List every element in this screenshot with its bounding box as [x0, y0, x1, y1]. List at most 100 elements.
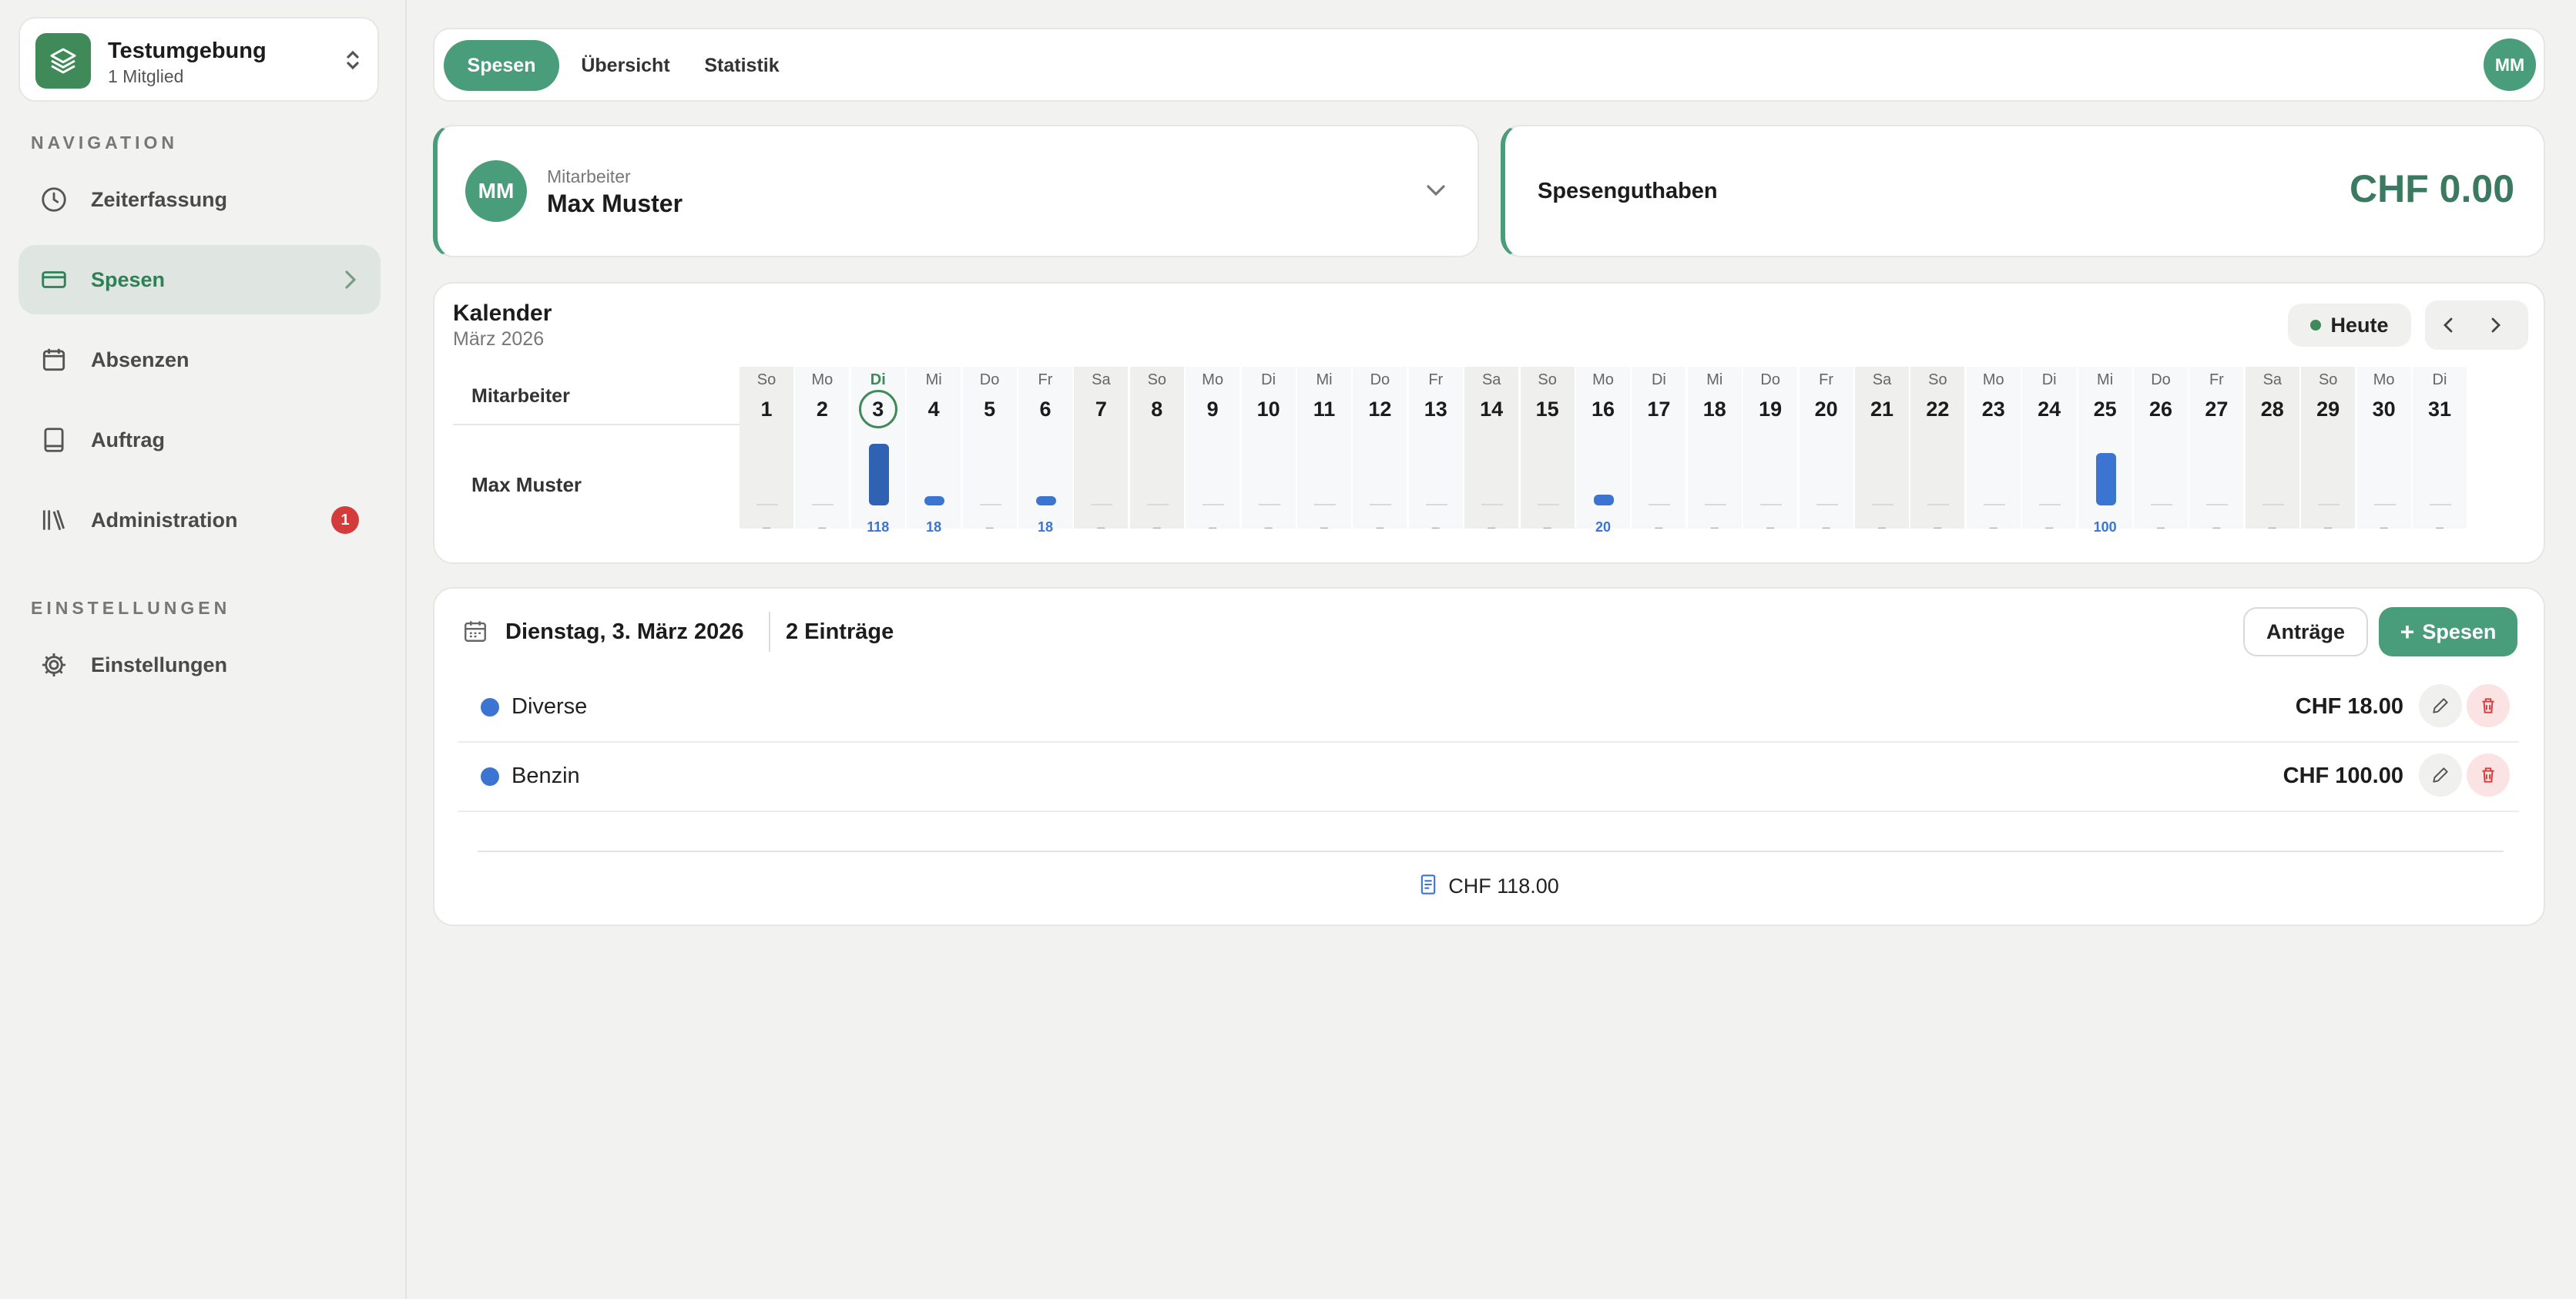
- calendar-day-column[interactable]: Di 3 118: [850, 367, 905, 535]
- calendar-day-number: 20: [1814, 398, 1838, 421]
- calendar-day-value: –: [1822, 519, 1830, 535]
- chevron-left-icon[interactable]: [2439, 316, 2457, 334]
- pencil-icon[interactable]: [2419, 754, 2462, 797]
- calendar-day-column[interactable]: Mo 16 20: [1576, 367, 1630, 535]
- calendar-weekday: Mo: [1982, 371, 2004, 388]
- calendar-day-column[interactable]: Mo 9 –: [1186, 367, 1240, 535]
- calendar-day-number: 5: [984, 398, 996, 421]
- calendar-day-value: –: [1766, 519, 1775, 535]
- sidebar-item-label: Einstellungen: [91, 653, 228, 676]
- expense-bar[interactable]: [868, 444, 889, 505]
- calendar-day-column[interactable]: Mi 25 100: [2078, 367, 2132, 535]
- calendar-day-column[interactable]: Sa 28 –: [2245, 367, 2299, 535]
- calendar-day-column[interactable]: Di 31 –: [2413, 367, 2467, 535]
- calendar-day-column[interactable]: So 29 –: [2301, 367, 2356, 535]
- trash-icon[interactable]: [2467, 684, 2510, 727]
- calendar-day-column[interactable]: Sa 21 –: [1855, 367, 1909, 535]
- calendar-day-column[interactable]: Mi 18 –: [1687, 367, 1742, 535]
- requests-button[interactable]: Anträge: [2243, 607, 2368, 656]
- empty-bar-placeholder: [2206, 504, 2229, 505]
- sidebar-item-zeiterfassung[interactable]: Zeiterfassung: [18, 165, 381, 234]
- calendar-day-column[interactable]: Fr 20 –: [1799, 367, 1853, 535]
- calendar-weekday: Di: [2432, 371, 2447, 388]
- user-avatar[interactable]: MM: [2484, 39, 2536, 91]
- calendar-day-value: –: [985, 519, 994, 535]
- calendar-day-number: 14: [1480, 398, 1504, 421]
- list-item[interactable]: Benzin CHF 100.00: [458, 743, 2519, 812]
- calendar-weekday: Mi: [2097, 371, 2114, 388]
- day-detail-card: Dienstag, 3. März 2026 2 Einträge Anträg…: [433, 587, 2545, 926]
- credit-card-icon: [39, 264, 69, 295]
- calendar-weekday: So: [1147, 371, 1167, 388]
- calendar-day-column[interactable]: So 1 –: [740, 367, 793, 535]
- calendar-day-column[interactable]: Di 10 –: [1241, 367, 1296, 535]
- calendar-day-column[interactable]: Sa 7 –: [1074, 367, 1129, 535]
- empty-bar-placeholder: [1425, 504, 1447, 505]
- expense-bar[interactable]: [2095, 453, 2116, 505]
- calendar-day-column[interactable]: Do 26 –: [2134, 367, 2188, 535]
- calendar-day-value: 18: [1037, 519, 1054, 535]
- sidebar-item-label: Administration: [91, 508, 238, 532]
- workspace-switcher[interactable]: Testumgebung 1 Mitglied: [18, 17, 379, 102]
- empty-bar-placeholder: [1704, 504, 1726, 505]
- calendar-day-column[interactable]: Mo 2 –: [795, 367, 850, 535]
- calendar-day-column[interactable]: Mi 11 –: [1297, 367, 1351, 535]
- calendar-day-value: –: [1264, 519, 1273, 535]
- sidebar-item-administration[interactable]: Administration 1: [18, 485, 381, 555]
- list-item[interactable]: Diverse CHF 18.00: [458, 673, 2519, 743]
- calendar-day-number: 4: [927, 398, 940, 421]
- expense-bar[interactable]: [924, 496, 945, 505]
- column-header-mitarbeiter: Mitarbeiter: [471, 385, 570, 407]
- calendar-day-value: –: [1152, 519, 1161, 535]
- calendar-day-number: 6: [1039, 398, 1052, 421]
- calendar-day-column[interactable]: Di 17 –: [1632, 367, 1686, 535]
- calendar-day-column[interactable]: So 15 –: [1520, 367, 1575, 535]
- calendar-day-column[interactable]: Fr 13 –: [1408, 367, 1463, 535]
- tab-uebersicht[interactable]: Übersicht: [569, 40, 683, 91]
- calendar-day-column[interactable]: Mo 23 –: [1966, 367, 2021, 535]
- plus-icon: +: [2400, 617, 2415, 646]
- calendar-day-column[interactable]: Fr 6 18: [1018, 367, 1072, 535]
- calendar-day-column[interactable]: Sa 14 –: [1464, 367, 1519, 535]
- employee-avatar: MM: [465, 160, 527, 222]
- tab-spesen[interactable]: Spesen: [444, 40, 559, 91]
- calendar-day-number: 1: [760, 398, 773, 421]
- trash-icon[interactable]: [2467, 754, 2510, 797]
- entry-name: Benzin: [512, 764, 580, 788]
- calendar-day-number: 26: [2148, 398, 2173, 421]
- calendar-weekday: Do: [979, 371, 1000, 388]
- calendar-day-value: –: [1320, 519, 1328, 535]
- employee-selector[interactable]: MM Mitarbeiter Max Muster: [433, 125, 1479, 257]
- employee-caption: Mitarbeiter: [547, 166, 631, 186]
- calendar-day-value: –: [2324, 519, 2333, 535]
- add-expense-button[interactable]: + Spesen: [2379, 607, 2517, 656]
- tab-statistik[interactable]: Statistik: [692, 40, 792, 91]
- sidebar-item-absenzen[interactable]: Absenzen: [18, 325, 381, 394]
- calendar-day-column[interactable]: So 22 –: [1910, 367, 1965, 535]
- pencil-icon[interactable]: [2419, 684, 2462, 727]
- empty-bar-placeholder: [1370, 504, 1392, 505]
- sidebar-item-spesen[interactable]: Spesen: [18, 245, 381, 314]
- sidebar-item-einstellungen[interactable]: Einstellungen: [18, 630, 381, 700]
- calendar-day-column[interactable]: Mo 30 –: [2356, 367, 2411, 535]
- calendar-weekday: So: [1538, 371, 1557, 388]
- calendar-weekday: Fr: [1038, 371, 1053, 388]
- calendar-day-value: –: [818, 519, 827, 535]
- chevron-right-icon[interactable]: [2487, 316, 2505, 334]
- calendar-day-value: –: [1655, 519, 1663, 535]
- sidebar-item-auftrag[interactable]: Auftrag: [18, 405, 381, 475]
- today-button[interactable]: Heute: [2288, 304, 2411, 347]
- calendar-weekday: So: [2318, 371, 2338, 388]
- calendar-day-number: 9: [1206, 398, 1219, 421]
- calendar-day-column[interactable]: Do 19 –: [1743, 367, 1798, 535]
- calendar-day-column[interactable]: Do 5 –: [962, 367, 1017, 535]
- calendar-day-column[interactable]: Fr 27 –: [2189, 367, 2244, 535]
- calendar-day-number: 15: [1535, 398, 1559, 421]
- calendar-day-column[interactable]: So 8 –: [1129, 367, 1184, 535]
- expense-bar[interactable]: [1036, 496, 1056, 505]
- expense-bar[interactable]: [1594, 495, 1614, 505]
- calendar-day-column[interactable]: Di 24 –: [2022, 367, 2077, 535]
- calendar-day-column[interactable]: Do 12 –: [1353, 367, 1407, 535]
- notification-badge: 1: [331, 506, 359, 534]
- calendar-day-column[interactable]: Mi 4 18: [907, 367, 961, 535]
